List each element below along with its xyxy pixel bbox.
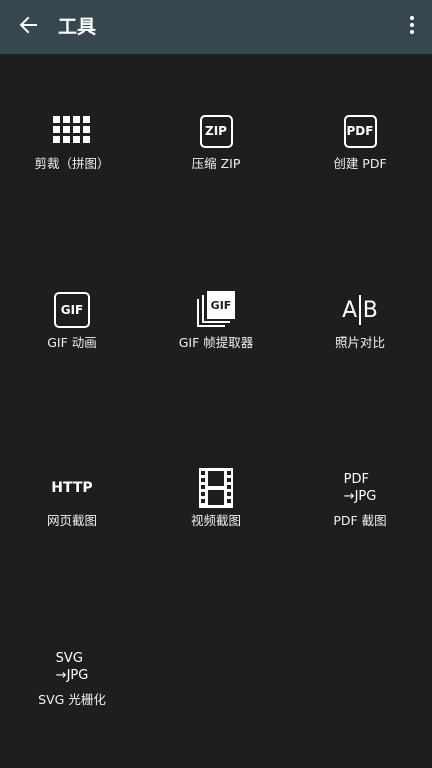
tool-label: 剪裁（拼图） — [34, 156, 110, 171]
tool-gif-frame-extractor[interactable]: GIF GIF 帧提取器 — [144, 286, 288, 406]
compare-icon-a: A — [342, 297, 358, 323]
compare-icon: A B — [336, 286, 384, 334]
pdf-to-jpg-icon: PDF →JPG — [336, 464, 384, 512]
more-vert-icon — [409, 15, 415, 39]
tool-label: 压缩 ZIP — [191, 156, 241, 171]
http-icon: HTTP — [48, 464, 96, 512]
tool-crop-collage[interactable]: 剪裁（拼图） — [0, 107, 144, 227]
tool-label: 视频截图 — [190, 513, 241, 528]
app-bar: 工具 — [0, 0, 432, 54]
svg-to-jpg-icon-top: SVG — [55, 651, 83, 666]
http-icon-text: HTTP — [51, 480, 93, 496]
tool-label: GIF 帧提取器 — [178, 335, 254, 350]
tool-label: 网页截图 — [46, 513, 97, 528]
film-strip-icon — [192, 464, 240, 512]
svg-to-jpg-icon-bottom: →JPG — [55, 668, 89, 683]
tool-label: SVG 光栅化 — [38, 692, 106, 707]
zip-icon-text: ZIP — [199, 114, 233, 148]
back-button[interactable] — [12, 11, 44, 43]
pdf-to-jpg-icon-top: PDF — [343, 472, 369, 487]
tool-create-pdf[interactable]: PDF 创建 PDF — [288, 107, 432, 227]
tool-label: 创建 PDF — [333, 156, 387, 171]
gif-icon: GIF — [48, 286, 96, 334]
compare-icon-b: B — [362, 297, 378, 323]
tool-label: 照片对比 — [334, 335, 385, 350]
gif-frames-icon-text: GIF — [207, 291, 235, 319]
page-title: 工具 — [58, 16, 97, 38]
grid-icon — [48, 107, 96, 155]
tool-webpage-screenshot[interactable]: HTTP 网页截图 — [0, 464, 144, 584]
pdf-icon-text: PDF — [343, 114, 377, 148]
pdf-to-jpg-icon-bottom: →JPG — [343, 489, 377, 504]
overflow-menu-button[interactable] — [400, 11, 424, 43]
tool-svg-rasterize[interactable]: SVG →JPG SVG 光栅化 — [0, 643, 144, 763]
tool-gif-animation[interactable]: GIF GIF 动画 — [0, 286, 144, 406]
tool-label: PDF 截图 — [333, 513, 387, 528]
zip-icon: ZIP — [192, 107, 240, 155]
gif-frames-icon: GIF — [192, 286, 240, 334]
tool-pdf-screenshot[interactable]: PDF →JPG PDF 截图 — [288, 464, 432, 584]
pdf-icon: PDF — [336, 107, 384, 155]
tool-label: GIF 动画 — [47, 335, 97, 350]
tools-grid: 剪裁（拼图） ZIP 压缩 ZIP PDF 创建 PDF GIF GIF 动画 … — [0, 54, 432, 768]
gif-icon-text: GIF — [54, 292, 90, 328]
tool-video-screenshot[interactable]: 视频截图 — [144, 464, 288, 584]
svg-to-jpg-icon: SVG →JPG — [48, 643, 96, 691]
tool-zip[interactable]: ZIP 压缩 ZIP — [144, 107, 288, 227]
tool-photo-compare[interactable]: A B 照片对比 — [288, 286, 432, 406]
arrow-back-icon — [18, 15, 38, 39]
